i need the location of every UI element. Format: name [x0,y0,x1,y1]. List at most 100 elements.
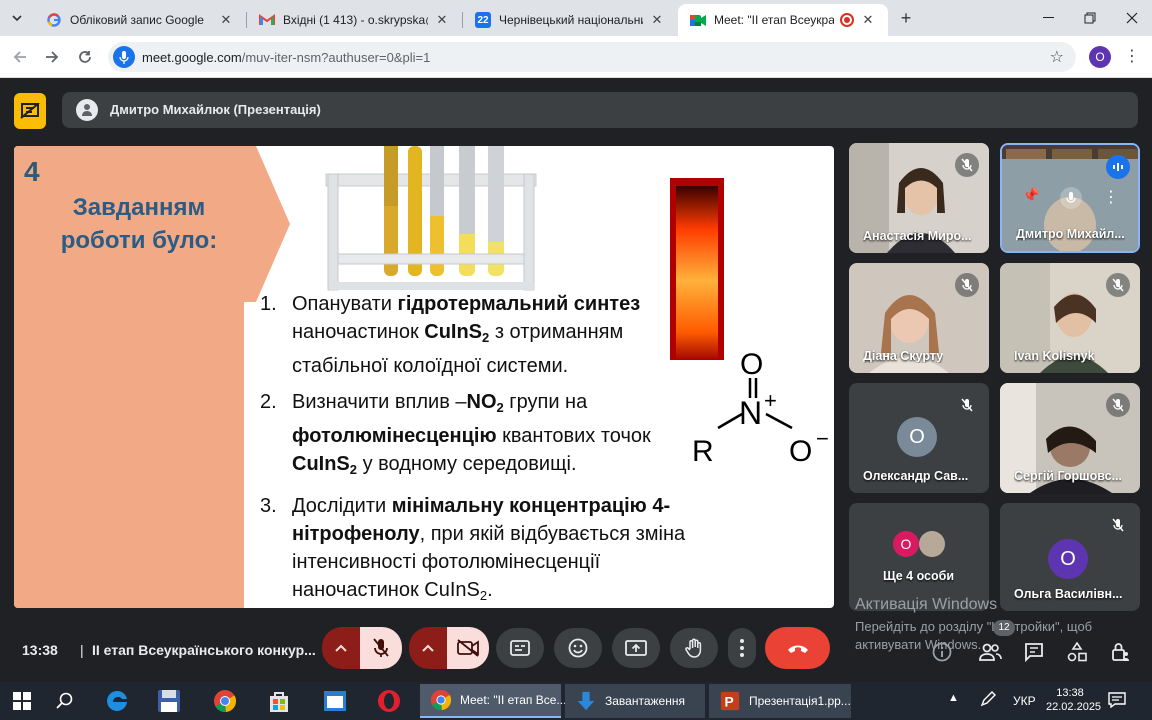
camera-toggle-button[interactable] [447,627,489,669]
floppy-disk-icon [158,690,180,712]
reload-button[interactable] [74,46,96,68]
opera-icon [378,690,400,712]
objective-text: Визначити вплив –NO2 групи на фотолюміне… [292,391,651,477]
video-options-button[interactable] [409,627,447,669]
mic-off-icon [955,153,979,177]
formula-n: N [739,395,762,431]
presentation-toggle-button[interactable] [14,93,46,129]
mute-participant-icon[interactable] [1060,187,1082,209]
participant-tile[interactable]: Сергій Горшовс... [1000,383,1140,493]
tab-search-button[interactable] [6,7,28,29]
minimize-button[interactable] [1027,0,1069,36]
chat-button[interactable] [1020,638,1048,666]
restore-button[interactable] [1069,0,1111,36]
participant-tile-speaking[interactable]: 📌 ⋮ Дмитро Михайл... [1000,143,1140,253]
browser-menu-icon[interactable]: ⋮ [1124,46,1140,68]
more-options-button[interactable] [728,628,756,668]
app-window[interactable] [316,684,354,718]
browser-tab-active[interactable]: Meet: "ІІ етап Всеукраїнського ✕ [678,4,888,36]
close-icon[interactable]: ✕ [434,12,450,28]
raise-hand-button[interactable] [670,628,718,668]
avatar-photo [919,531,945,557]
participant-tile[interactable]: O Ольга Василівн... [1000,503,1140,611]
microphone-toggle-button[interactable] [360,627,402,669]
objective-number: 3. [260,495,277,517]
more-options-icon[interactable]: ⋮ [1100,187,1122,211]
mic-off-icon [373,638,389,657]
meeting-clock: 13:38 [22,642,58,658]
pen-icon[interactable] [980,691,996,710]
objective-item: 2. Визначити вплив –NO2 групи на фотолюм… [260,388,700,484]
taskbar-app-powerpoint[interactable]: P Презентація1.pp... [709,684,851,718]
activities-icon [1067,642,1087,662]
profile-avatar[interactable]: O [1089,46,1111,68]
separator: | [80,642,84,658]
watermark-title: Активація Windows [855,596,998,613]
browser-tab[interactable]: Обліковий запис Google ✕ [34,4,246,36]
url-host: meet.google.com [142,50,242,65]
address-bar-row: meet.google.com/muv-iter-nsm?authuser=0&… [0,36,1152,78]
store-app[interactable] [260,684,298,718]
new-tab-button[interactable]: + [896,8,916,28]
present-screen-button[interactable] [612,628,660,668]
reload-icon [79,51,91,63]
captions-icon [510,640,530,656]
minimize-icon [1042,17,1054,18]
taskbar-app-chrome[interactable]: Meet: "ІІ етап Все... [420,684,566,718]
participant-name: Сергій Горшовс... [1014,469,1122,483]
screen: Обліковий запис Google ✕ Вхідні (1 413) … [0,0,1152,720]
edge-app[interactable] [98,684,136,718]
start-button[interactable] [4,684,40,718]
close-icon[interactable]: ✕ [649,12,665,28]
url-path: /muv-iter-nsm?authuser=0&pli=1 [241,50,431,65]
participant-tile[interactable]: O Олександр Сав... [849,383,989,493]
pin-icon[interactable]: 📌 [1020,187,1042,211]
chevron-up-icon [335,644,347,652]
emoji-icon [568,638,588,658]
chrome-app[interactable] [206,684,244,718]
tab-title: Вхідні (1 413) - o.skrypska@chnu.edu.ua [283,13,428,27]
others-tile[interactable]: O Ще 4 особи [849,503,989,611]
test-tubes-photo [314,146,542,294]
keyboard-language[interactable]: УКР [1013,694,1036,708]
objective-number: 2. [260,391,277,413]
host-controls-button[interactable] [1106,638,1134,666]
slide-heading: Завданням роботи було: [60,194,218,254]
bookmark-star-icon[interactable]: ☆ [1050,47,1064,67]
google-g-icon [46,12,62,28]
mic-in-use-icon[interactable] [113,46,135,68]
participant-tile[interactable]: Ivan Kolisnyk [1000,263,1140,373]
forward-button[interactable] [41,46,63,68]
opera-app[interactable] [370,684,408,718]
activities-button[interactable] [1063,638,1091,666]
close-window-button[interactable] [1111,0,1152,36]
leave-call-button[interactable] [765,627,830,669]
presenter-avatar [76,99,98,121]
notifications-icon[interactable] [1108,692,1126,711]
formula-plus: + [764,388,777,413]
tray-overflow-icon[interactable]: ▲ [948,692,959,704]
presenter-label: Дмитро Михайлюк (Презентація) [110,102,321,117]
info-icon [932,642,952,662]
participant-tile[interactable]: Діана Скурту [849,263,989,373]
mic-off-icon [1106,393,1130,417]
people-button[interactable] [976,638,1004,666]
browser-tab[interactable]: Вхідні (1 413) - o.skrypska@chnu.edu.ua … [247,4,462,36]
participant-tile[interactable]: Анастасія Миро... [849,143,989,253]
meeting-info-button[interactable] [928,638,956,666]
mic-off-icon [955,393,979,417]
search-button[interactable] [48,684,82,718]
save-app[interactable] [150,684,188,718]
captions-button[interactable] [496,628,544,668]
close-icon[interactable]: ✕ [860,12,876,28]
close-icon[interactable]: ✕ [218,12,234,28]
url-input[interactable]: meet.google.com/muv-iter-nsm?authuser=0&… [108,42,1076,72]
audio-options-button[interactable] [322,627,360,669]
reactions-button[interactable] [554,628,602,668]
back-button[interactable] [9,46,31,68]
browser-tab[interactable]: 22 Чернівецький національний університет… [463,4,677,36]
taskbar-app-downloads[interactable]: Завантаження [565,684,705,718]
taskbar-clock[interactable]: 13:38 22.02.2025 [1046,686,1101,714]
more-vert-icon [740,639,744,657]
avatar: O [897,417,937,457]
